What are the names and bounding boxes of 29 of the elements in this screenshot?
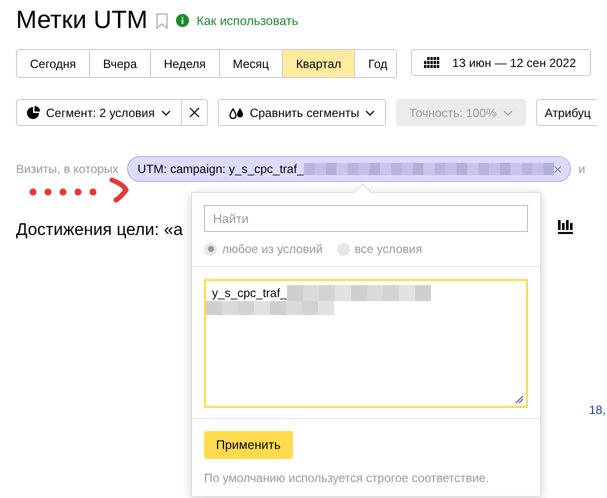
filter-conjunction: и — [578, 162, 586, 176]
close-icon[interactable] — [554, 164, 562, 174]
pie-chart-icon — [27, 106, 40, 119]
calendar-icon — [424, 57, 440, 68]
drops-icon — [228, 106, 244, 119]
filter-label: Визиты, в которых — [16, 162, 119, 176]
period-tab[interactable]: Сегодня — [17, 50, 90, 77]
date-range-button[interactable]: 13 июн — 12 сен 2022 — [411, 49, 591, 76]
resize-grip-icon[interactable] — [515, 395, 524, 404]
bar-chart-icon[interactable] — [558, 219, 573, 234]
apply-button[interactable]: Применить — [204, 431, 293, 459]
chevron-icon — [365, 110, 376, 116]
chevron-icon — [502, 110, 513, 116]
info-icon — [176, 14, 189, 27]
chart-value: 18, — [589, 403, 606, 417]
search-field[interactable]: Найти — [204, 205, 528, 232]
period-tab[interactable]: Квартал — [282, 50, 356, 77]
filter-chip[interactable]: UTM: campaign: y_s_cpc_traf_ — [126, 156, 571, 182]
compare-segments-dropdown[interactable]: Сравнить сегменты — [218, 99, 386, 126]
values-textarea[interactable]: y_s_cpc_traf_ — [204, 279, 528, 408]
page-title: Метки UTM — [16, 6, 148, 35]
help-link[interactable]: Как использовать — [196, 14, 298, 28]
close-icon — [188, 107, 200, 118]
clear-segment-button[interactable] — [182, 99, 208, 126]
chevron-icon — [160, 110, 171, 116]
attribution-dropdown[interactable]: Атрибуц — [536, 99, 597, 126]
goal-heading: Достижения цели: «а — [16, 220, 183, 240]
matching-note: По умолчанию используется строгое соответствие. — [203, 470, 490, 487]
segment-dropdown[interactable]: Сегмент: 2 условия — [16, 99, 182, 126]
